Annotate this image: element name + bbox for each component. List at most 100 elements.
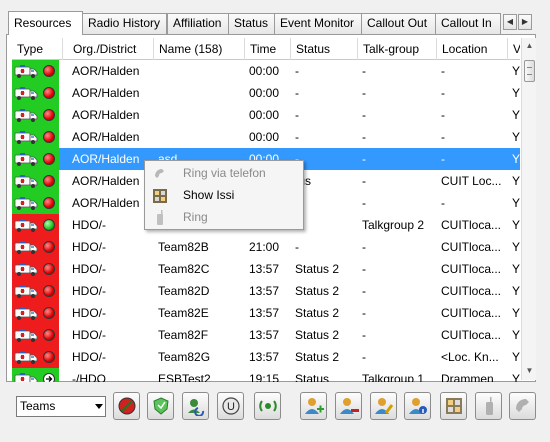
cell-talkgroup: - (362, 108, 366, 122)
id-card-icon (153, 189, 167, 203)
svg-text:U: U (227, 401, 235, 413)
column-header-v[interactable]: V (508, 38, 520, 60)
tab-affiliation[interactable]: Affiliation (167, 13, 229, 34)
tab-callout-in[interactable]: Callout In (435, 13, 501, 34)
tab-radio-history[interactable]: Radio History (82, 13, 167, 34)
cell-location: - (441, 64, 445, 78)
cell-v: Y (512, 86, 520, 100)
ambulance-icon (14, 195, 38, 214)
phone-button[interactable] (509, 392, 536, 420)
column-header-name[interactable]: Name (158) (154, 38, 245, 60)
table-row[interactable]: HDO/- Team82C 13:57 Status 2 - CUITloca... Y (12, 258, 520, 280)
table-row[interactable]: HDO/- Team82D 13:57 Status 2 - CUITloca... Y (12, 280, 520, 302)
scroll-thumb[interactable] (524, 60, 535, 82)
cell-org: HDO/- (72, 328, 106, 342)
column-header-time[interactable]: Time (245, 38, 291, 60)
broadcast-button[interactable] (254, 392, 281, 420)
cell-name: ESBTest2 (158, 372, 211, 382)
vertical-scrollbar[interactable]: ▲ ▼ (521, 38, 536, 380)
red-status-dot-icon (43, 329, 55, 341)
tab-event-monitor[interactable]: Event Monitor (274, 13, 362, 34)
cell-time: 13:57 (249, 306, 280, 320)
ambulance-icon (14, 129, 38, 148)
cell-talkgroup: - (362, 64, 366, 78)
cell-location: CUITloca... (441, 240, 502, 254)
column-header-status[interactable]: Status (291, 38, 358, 60)
chevron-right-icon[interactable]: ▶ (518, 14, 532, 30)
add-user-button[interactable] (300, 392, 327, 420)
red-status-dot-icon (43, 241, 55, 253)
cell-org: AOR/Halden (72, 108, 140, 122)
ambulance-icon (14, 283, 38, 302)
table-row[interactable]: AOR/Halden 00:00 - - - Y (12, 104, 520, 126)
column-header-location[interactable]: Location (437, 38, 508, 60)
edit-user-button[interactable] (370, 392, 397, 420)
shield-icon (153, 397, 169, 415)
cell-talkgroup: Talkgroup 2 (362, 218, 425, 232)
cell-location: - (441, 108, 445, 122)
refresh-user-button[interactable] (182, 392, 209, 420)
cell-talkgroup: - (362, 240, 366, 254)
column-header-type[interactable]: Type (12, 38, 63, 60)
menu-item-label: Ring (183, 210, 208, 224)
refresh-user-icon (188, 399, 205, 416)
scroll-down-icon[interactable]: ▼ (522, 363, 537, 378)
filter-dropdown[interactable]: Teams (16, 396, 106, 417)
edit-user-icon (375, 398, 394, 414)
bottom-toolbar: Teams U (0, 384, 550, 442)
shield-button[interactable] (147, 392, 174, 420)
stop-icon (118, 397, 136, 415)
scroll-up-icon[interactable]: ▲ (522, 38, 537, 53)
tab-callout-out[interactable]: Callout Out (361, 13, 436, 34)
u-button[interactable]: U (217, 392, 244, 420)
red-status-dot-icon (43, 285, 55, 297)
table-row[interactable]: HDO/- Team82E 13:57 Status 2 - CUITloca... Y (12, 302, 520, 324)
cell-time: 00:00 (249, 86, 280, 100)
tab-status[interactable]: Status (228, 13, 275, 34)
table-row[interactable]: HDO/- Team82B 21:00 - - CUITloca... Y (12, 236, 520, 258)
user-info-button[interactable] (404, 392, 431, 420)
cell-location: CUITloca... (441, 306, 502, 320)
cell-org: HDO/- (72, 284, 106, 298)
column-header-org[interactable]: Org./District (68, 38, 154, 60)
table-row[interactable]: AOR/Halden 00:00 - - - Y (12, 82, 520, 104)
cell-org: HDO/- (72, 218, 106, 232)
red-status-dot-icon (43, 197, 55, 209)
menu-item-show-issi[interactable]: Show Issi (145, 185, 303, 206)
ambulance-icon (14, 63, 38, 82)
tab-resources[interactable]: Resources (8, 11, 83, 35)
table-row[interactable]: AOR/Halden 00:00 - - - Y (12, 60, 520, 82)
cell-name (154, 126, 245, 148)
red-status-dot-icon (43, 351, 55, 363)
remove-user-button[interactable] (335, 392, 362, 420)
chevron-left-icon[interactable]: ◀ (503, 14, 517, 30)
menu-item-ring-via-telefon[interactable]: Ring via telefon (145, 163, 303, 184)
cell-time: 19:15 (249, 372, 280, 382)
menu-item-ring[interactable]: Ring (145, 207, 303, 228)
table-row[interactable]: AOR/Halden 00:00 - - - Y (12, 126, 520, 148)
table-row[interactable]: HDO/- Team82F 13:57 Status 2 - CUITloca... Y (12, 324, 520, 346)
stop-button[interactable] (113, 392, 140, 420)
radio-button[interactable] (475, 392, 502, 420)
cell-name (154, 82, 245, 104)
table-row[interactable]: -/HDO ESBTest2 19:15 Status Talkgroup 1 Dramm… (12, 368, 520, 382)
cell-time: 00:00 (249, 64, 280, 78)
cell-location: <Loc. Kn... (441, 350, 499, 364)
menu-item-label: Show Issi (183, 188, 235, 202)
red-status-dot-icon (43, 109, 55, 121)
ambulance-icon (14, 107, 38, 126)
cell-type (12, 280, 59, 302)
column-header-talkgroup[interactable]: Talk-group (358, 38, 437, 60)
red-status-dot-icon (43, 175, 55, 187)
cell-name (154, 60, 245, 82)
cell-org: HDO/- (72, 306, 106, 320)
table-row[interactable]: HDO/- Team82G 13:57 Status 2 - <Loc. Kn... Y (12, 346, 520, 368)
cell-type (12, 82, 59, 104)
cell-location: CUIT Loc... (441, 174, 502, 188)
cell-talkgroup: - (362, 262, 366, 276)
add-user-icon (305, 398, 324, 414)
cell-status: - (295, 86, 299, 100)
cell-type (12, 346, 59, 368)
columns-button[interactable] (440, 392, 467, 420)
cell-location: CUITloca... (441, 262, 502, 276)
